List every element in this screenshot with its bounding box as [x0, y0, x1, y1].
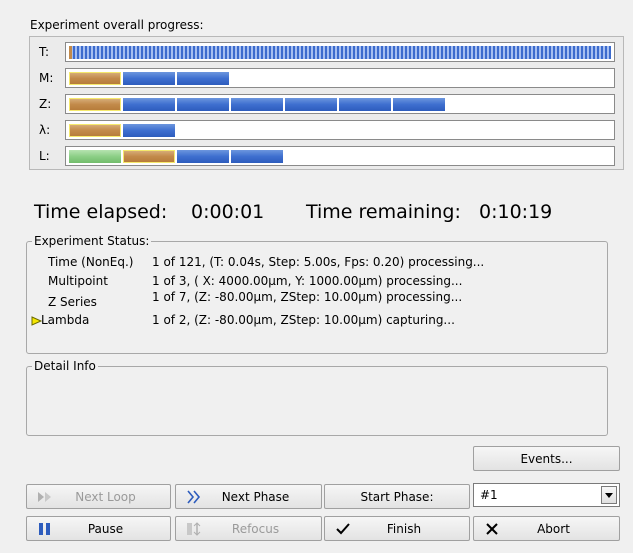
status-row-name: Multipoint — [48, 274, 108, 288]
track-label-z: Z: — [39, 97, 52, 111]
detail-info-title: Detail Info — [32, 359, 98, 373]
track-label-m: M: — [39, 71, 54, 85]
phase-select[interactable]: #1 — [473, 483, 620, 507]
track-l — [65, 146, 615, 166]
track-t — [65, 42, 615, 62]
pause-button[interactable]: Pause — [26, 516, 171, 541]
segment — [69, 98, 121, 111]
status-row-value: 1 of 7, (Z: -80.00µm, ZStep: 10.00µm) pr… — [152, 290, 463, 304]
time-elapsed-value: 0:00:01 — [191, 201, 265, 223]
pause-label: Pause — [87, 521, 124, 536]
segment — [231, 150, 283, 163]
events-button[interactable]: Events... — [473, 446, 620, 471]
refocus-icon — [187, 522, 201, 536]
progress-title: Experiment overall progress: — [30, 18, 204, 32]
abort-label: Abort — [537, 521, 570, 536]
status-row-name: Time (NonEq.) — [48, 255, 134, 269]
segment — [285, 98, 337, 111]
track-m — [65, 68, 615, 88]
fast-forward-icon — [38, 492, 51, 502]
segment — [393, 98, 445, 111]
track-label-lambda: λ: — [39, 123, 51, 137]
next-phase-label: Next Phase — [221, 489, 290, 504]
time-remaining-label: Time remaining: — [306, 201, 461, 223]
finish-label: Finish — [386, 521, 422, 536]
segment — [69, 150, 121, 163]
segment — [69, 72, 121, 85]
segment — [123, 72, 175, 85]
segment — [123, 98, 175, 111]
refocus-button[interactable]: Refocus — [175, 516, 322, 541]
refocus-label: Refocus — [231, 521, 280, 536]
x-icon — [486, 523, 498, 535]
segment — [123, 124, 175, 137]
chevron-double-right-icon — [187, 490, 201, 504]
checkmark-icon — [336, 523, 350, 535]
finish-button[interactable]: Finish — [324, 516, 470, 541]
phase-select-value: #1 — [480, 488, 498, 502]
status-row-name: Lambda — [41, 313, 90, 327]
segment — [177, 150, 229, 163]
detail-info-group: Detail Info — [26, 359, 608, 436]
next-loop-button[interactable]: Next Loop — [26, 484, 171, 509]
segment — [177, 98, 229, 111]
segment — [177, 72, 229, 85]
pause-icon — [39, 523, 50, 535]
status-row-value: 1 of 3, ( X: 4000.00µm, Y: 1000.00µm) pr… — [152, 274, 463, 288]
status-row-value: 1 of 121, (T: 0.04s, Step: 5.00s, Fps: 0… — [152, 255, 485, 269]
progress-panel: T: M: Z: λ: L: — [29, 36, 624, 170]
next-phase-button[interactable]: Next Phase — [175, 484, 322, 509]
time-elapsed-label: Time elapsed: — [34, 201, 168, 223]
start-phase-button[interactable]: Start Phase: — [324, 484, 470, 509]
status-row-value: 1 of 2, (Z: -80.00µm, ZStep: 10.00µm) ca… — [152, 313, 455, 327]
track-t-stripes — [69, 46, 611, 59]
segment — [231, 98, 283, 111]
next-loop-label: Next Loop — [75, 489, 136, 504]
segment — [69, 124, 121, 137]
dropdown-arrow-icon[interactable] — [601, 486, 617, 504]
experiment-status-title: Experiment Status: — [32, 234, 152, 248]
track-z — [65, 94, 615, 114]
time-remaining-value: 0:10:19 — [479, 201, 553, 223]
abort-button[interactable]: Abort — [473, 516, 620, 541]
track-label-l: L: — [39, 149, 50, 163]
segment — [123, 150, 175, 163]
track-label-t: T: — [39, 45, 50, 59]
experiment-status-group: Experiment Status: Time (NonEq.) 1 of 12… — [26, 234, 608, 354]
segment — [339, 98, 391, 111]
status-row-name: Z Series — [48, 295, 97, 309]
track-lambda — [65, 120, 615, 140]
